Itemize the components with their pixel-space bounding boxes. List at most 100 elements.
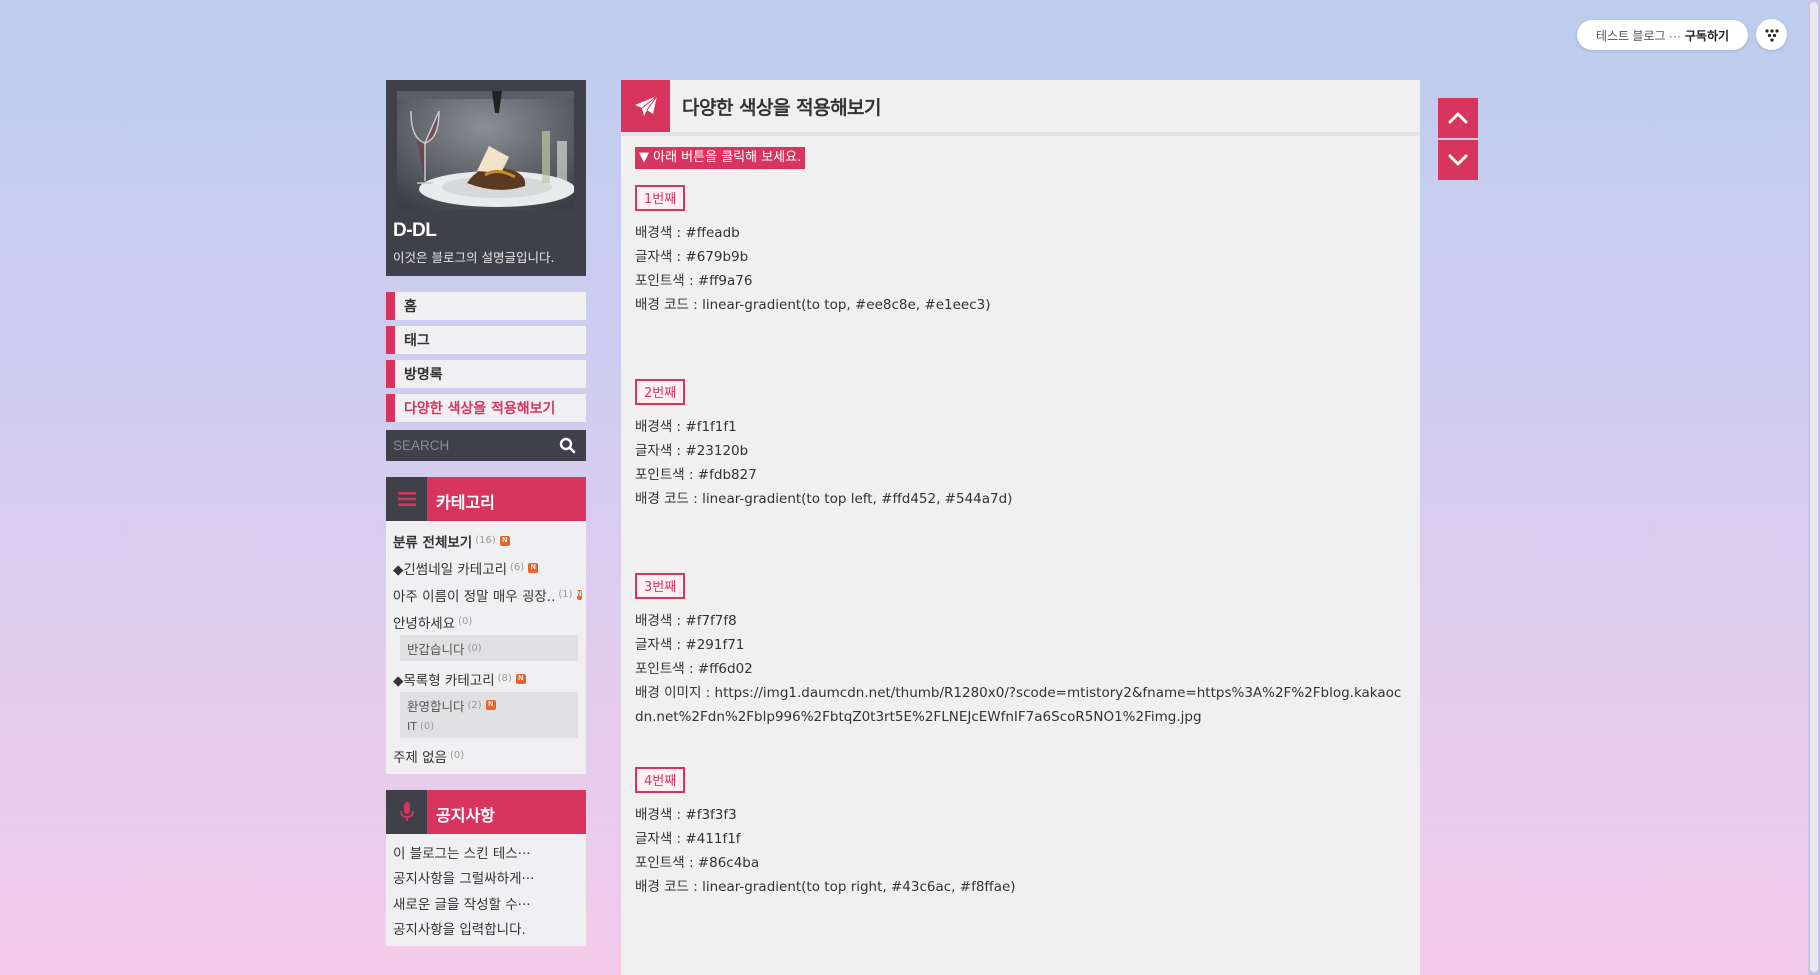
section-tag[interactable]: 4번째 xyxy=(635,767,686,793)
chevron-down-icon xyxy=(1448,154,1468,166)
category-item[interactable]: 아주 이름이 정말 매우 굉장.. (1) N xyxy=(393,581,582,608)
subcategory-label: 환영합니다 xyxy=(407,698,465,714)
category-list: 분류 전체보기 (16) N ◆긴썸네일 카테고리 (6) N 아주 이름이 정… xyxy=(386,521,586,774)
subscribe-blog-name: 테스트 블로그 ··· xyxy=(1595,28,1681,43)
color-line: 포인트색 : #86c4ba xyxy=(635,855,760,871)
microphone-icon xyxy=(386,790,427,834)
category-count: (0) xyxy=(458,616,473,627)
category-label: ◆목록형 카테고리 xyxy=(393,672,495,689)
nav-item-home[interactable]: 홈 xyxy=(386,292,586,320)
profile-card[interactable]: D-DL 이것은 블로그의 설명글입니다. xyxy=(386,80,586,276)
section-tag[interactable]: 3번째 xyxy=(635,573,686,599)
color-line: 포인트색 : #ff9a76 xyxy=(635,273,753,289)
category-count: (8) xyxy=(497,673,512,684)
new-badge: N xyxy=(528,562,539,573)
food-photo-icon xyxy=(397,91,574,210)
article-body: ▼ 아래 버튼을 클릭해 보세요. 1번째 배경색 : #ffeadb 글자색 … xyxy=(635,147,1405,899)
subscribe-button[interactable]: 테스트 블로그 ··· 구독하기 xyxy=(1577,20,1748,50)
category-count: (1) xyxy=(558,589,573,600)
category-count: (6) xyxy=(510,562,525,573)
new-badge: N xyxy=(485,700,496,710)
color-line: 배경색 : #f3f3f3 xyxy=(635,807,737,823)
category-label: 분류 전체보기 xyxy=(393,534,473,551)
sidebar: D-DL 이것은 블로그의 설명글입니다. 홈 태그 방명록 다양한 색상을 적… xyxy=(386,80,586,946)
color-line: 글자색 : #291f71 xyxy=(635,637,745,653)
nav-item-colors[interactable]: 다양한 색상을 적용해보기 xyxy=(386,394,586,422)
search-icon[interactable] xyxy=(559,437,576,454)
color-line: 배경 코드 : linear-gradient(to top right, #4… xyxy=(635,879,1016,895)
notice-item[interactable]: 공지사항을 입력합니다. xyxy=(393,916,579,942)
blog-description: 이것은 블로그의 설명글입니다. xyxy=(393,250,555,265)
color-line: 배경 코드 : linear-gradient(to top left, #ff… xyxy=(635,491,1013,507)
blog-title[interactable]: D-DL xyxy=(393,220,437,242)
hamburger-icon xyxy=(386,477,427,521)
notice-title: 공지사항 xyxy=(436,806,495,825)
subcategory-group: 환영합니다 (2) N IT (0) xyxy=(400,692,578,738)
new-badge: N xyxy=(515,673,526,684)
color-line: 배경 코드 : linear-gradient(to top, #ee8c8e,… xyxy=(635,297,991,313)
new-badge: N xyxy=(499,535,510,546)
category-header: 카테고리 xyxy=(386,477,586,521)
new-badge: N xyxy=(576,589,582,600)
color-line: 배경색 : #ffeadb xyxy=(635,225,740,241)
category-all[interactable]: 분류 전체보기 (16) N xyxy=(393,527,579,554)
subcategory-label: 반갑습니다 xyxy=(407,641,465,657)
category-item[interactable]: ◆긴썸네일 카테고리 (6) N xyxy=(393,554,579,581)
color-line: 글자색 : #679b9b xyxy=(635,249,749,265)
section-tag[interactable]: 1번째 xyxy=(635,185,686,211)
dots-icon xyxy=(1764,28,1779,42)
page-title: 다양한 색상을 적용해보기 xyxy=(682,97,882,119)
notice-item[interactable]: 공지사항을 그럴싸하게··· xyxy=(393,865,579,891)
category-label: 아주 이름이 정말 매우 굉장.. xyxy=(393,588,556,605)
color-line: 배경색 : #f1f1f1 xyxy=(635,419,737,435)
color-section: 2번째 배경색 : #f1f1f1 글자색 : #23120b 포인트색 : #… xyxy=(635,379,1405,511)
page-scrollbar[interactable] xyxy=(1808,0,1820,975)
color-section: 4번째 배경색 : #f3f3f3 글자색 : #411f1f 포인트색 : #… xyxy=(635,767,1405,899)
category-label: ◆긴썸네일 카테고리 xyxy=(393,561,508,578)
color-line: 포인트색 : #ff6d02 xyxy=(635,661,753,677)
subcategory-count: (0) xyxy=(419,720,435,732)
category-label: 안녕하세요 xyxy=(393,615,456,632)
notice-item[interactable]: 이 블로그는 스킨 테스··· xyxy=(393,839,579,865)
category-count: (0) xyxy=(449,750,465,761)
category-count: (16) xyxy=(475,535,496,546)
subcategory-item[interactable]: 반갑습니다 (0) xyxy=(407,637,571,659)
chevron-up-icon xyxy=(1448,112,1468,124)
notice-item[interactable]: 새로운 글을 작성할 수··· xyxy=(393,890,579,916)
category-label: 주제 없음 xyxy=(393,749,447,766)
notice-header: 공지사항 xyxy=(386,790,586,834)
main-nav: 홈 태그 방명록 다양한 색상을 적용해보기 xyxy=(386,292,586,422)
color-line: 배경 이미지 : https://img1.daumcdn.net/thumb/… xyxy=(635,685,1402,725)
scrollbar-thumb[interactable] xyxy=(1810,2,1818,972)
page-header: 다양한 색상을 적용해보기 xyxy=(621,80,1420,136)
search-input[interactable] xyxy=(386,430,546,461)
scroll-up-button[interactable] xyxy=(1438,98,1478,138)
subcategory-item[interactable]: IT (0) xyxy=(407,716,571,736)
subcategory-count: (0) xyxy=(467,642,482,654)
category-item[interactable]: 주제 없음 (0) xyxy=(393,742,579,769)
color-line: 글자색 : #23120b xyxy=(635,443,749,459)
category-item[interactable]: ◆목록형 카테고리 (8) N xyxy=(393,665,579,692)
color-line: 글자색 : #411f1f xyxy=(635,831,741,847)
section-tag[interactable]: 2번째 xyxy=(635,379,686,405)
color-line: 배경색 : #f7f7f8 xyxy=(635,613,737,629)
scroll-down-button[interactable] xyxy=(1438,140,1478,180)
subcategory-group: 반갑습니다 (0) xyxy=(400,635,578,661)
category-item[interactable]: 안녕하세요 (0) xyxy=(393,608,579,635)
paper-plane-icon xyxy=(621,80,670,132)
subcategory-label: IT xyxy=(407,719,417,733)
profile-image[interactable] xyxy=(397,91,574,210)
hint-label: ▼ 아래 버튼을 클릭해 보세요. xyxy=(635,147,806,169)
search-box xyxy=(386,430,586,461)
dots-menu-button[interactable] xyxy=(1756,19,1787,50)
nav-item-tag[interactable]: 태그 xyxy=(386,326,586,354)
subscribe-label: 구독하기 xyxy=(1684,28,1730,43)
nav-item-guestbook[interactable]: 방명록 xyxy=(386,360,586,388)
color-section: 1번째 배경색 : #ffeadb 글자색 : #679b9b 포인트색 : #… xyxy=(635,185,1405,317)
category-title: 카테고리 xyxy=(436,493,495,512)
notice-list: 이 블로그는 스킨 테스··· 공지사항을 그럴싸하게··· 새로운 글을 작성… xyxy=(386,834,586,946)
color-line: 포인트색 : #fdb827 xyxy=(635,467,757,483)
subcategory-item[interactable]: 환영합니다 (2) N xyxy=(407,694,571,716)
color-section: 3번째 배경색 : #f7f7f8 글자색 : #291f71 포인트색 : #… xyxy=(635,573,1405,725)
main-content: 다양한 색상을 적용해보기 ▼ 아래 버튼을 클릭해 보세요. 1번째 배경색 … xyxy=(621,80,1420,975)
